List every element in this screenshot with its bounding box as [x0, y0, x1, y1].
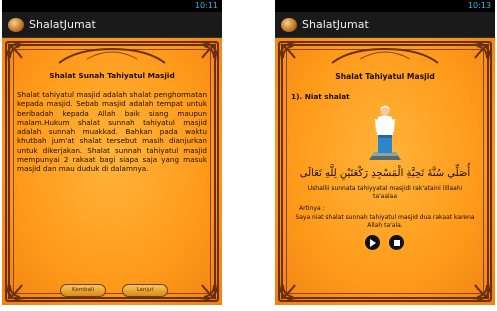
- app-title: ShalatJumat: [29, 18, 96, 31]
- corner-ornament: [463, 40, 493, 64]
- page-title: Shalat Tahiyatul Masjid: [335, 72, 435, 81]
- body-text: Shalat tahiyatul masjid adalah shalat pe…: [17, 90, 207, 174]
- app-icon[interactable]: [8, 18, 24, 32]
- status-bar: 10:11: [2, 0, 222, 12]
- action-bar: ShalatJumat: [275, 12, 495, 38]
- next-button[interactable]: Lanjut: [122, 284, 168, 297]
- stop-icon[interactable]: [389, 235, 404, 250]
- corner-ornament: [190, 279, 220, 303]
- meaning-text: Saya niat shalat sunnah tahiyatul masjid…: [295, 214, 475, 229]
- app-title: ShalatJumat: [302, 18, 369, 31]
- action-bar: ShalatJumat: [2, 12, 222, 38]
- arch-ornament: [57, 47, 167, 65]
- arch-ornament: [330, 47, 440, 65]
- corner-ornament: [277, 40, 307, 64]
- play-icon[interactable]: [365, 235, 380, 250]
- status-time: 10:11: [194, 1, 218, 10]
- latin-transliteration: Ushallii sunnata tahiyyatal masjidi rak'…: [307, 185, 463, 200]
- page-title: Shalat Sunah Tahiyatul Masjid: [49, 71, 175, 80]
- back-button[interactable]: Kembali: [60, 284, 106, 297]
- corner-ornament: [277, 279, 307, 303]
- content-area: Shalat Tahiyatul Masjid 1). Niat shalat …: [275, 38, 495, 305]
- arabic-niat-text: أُصَلِّي سُنَّةَ تَحِيَّةِ الْمَسْجِدِ ر…: [299, 168, 471, 179]
- praying-man-illustration: [365, 104, 405, 162]
- status-bar: 10:13: [275, 0, 495, 12]
- status-time: 10:13: [467, 1, 491, 10]
- corner-ornament: [4, 279, 34, 303]
- screenshot-tahiyatul-info: 10:11 ShalatJumat Shalat Sunah Tahiyatul…: [2, 0, 222, 305]
- app-icon[interactable]: [281, 18, 297, 32]
- content-area: Shalat Sunah Tahiyatul Masjid Shalat tah…: [2, 38, 222, 305]
- step-title: 1). Niat shalat: [291, 92, 350, 101]
- corner-ornament: [4, 40, 34, 64]
- screenshot-tahiyatul-niat: 10:13 ShalatJumat Shalat Tahiyatul Masji…: [275, 0, 495, 305]
- corner-ornament: [463, 279, 493, 303]
- corner-ornament: [190, 40, 220, 64]
- meaning-label: Artinya :: [299, 205, 325, 212]
